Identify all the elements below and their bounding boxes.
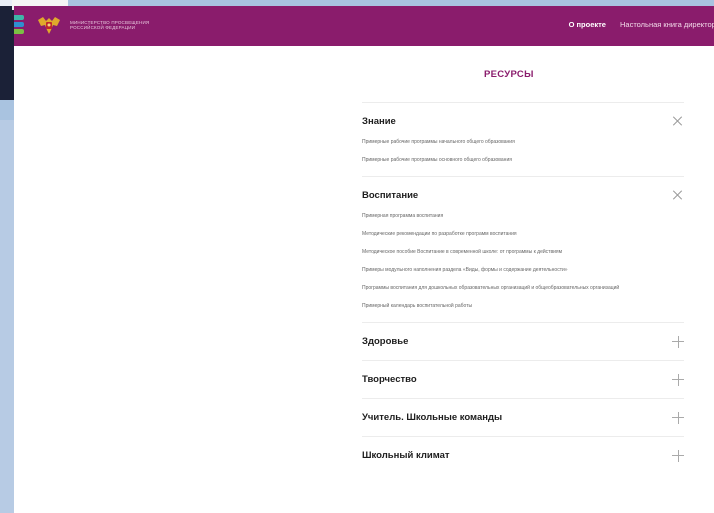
nav-link-about[interactable]: О проекте — [569, 20, 606, 29]
ministry-name: МИНИСТЕРСТВО ПРОСВЕЩЕНИЯ РОССИЙСКОЙ ФЕДЕ… — [70, 20, 150, 30]
accordion-title: Учитель. Школьные команды — [362, 412, 503, 423]
resource-link[interactable]: Примерный календарь воспитательной работ… — [362, 303, 684, 310]
plus-icon[interactable] — [672, 335, 684, 348]
accordion-section-creativity: Творчество — [362, 360, 684, 398]
accordion-links: Примерные рабочие программы начального о… — [362, 139, 684, 176]
resource-link[interactable]: Примерная программа воспитания — [362, 213, 684, 220]
accordion-header[interactable]: Школьный климат — [362, 437, 684, 474]
top-navigation: О проекте Настольная книга директора — [569, 20, 714, 29]
accordion-title: Творчество — [362, 374, 417, 385]
browser-page: МИНИСТЕРСТВО ПРОСВЕЩЕНИЯ РОССИЙСКОЙ ФЕДЕ… — [14, 6, 714, 513]
resource-link[interactable]: Методические рекомендации по разработке … — [362, 231, 684, 238]
accordion-header[interactable]: Знание — [362, 103, 684, 139]
resource-link[interactable]: Примерные рабочие программы начального о… — [362, 139, 684, 146]
coat-of-arms-icon — [38, 17, 60, 34]
accordion-header[interactable]: Творчество — [362, 361, 684, 398]
accordion-header[interactable]: Здоровье — [362, 323, 684, 360]
close-icon[interactable] — [672, 189, 684, 201]
nav-link-director-handbook[interactable]: Настольная книга директора — [620, 20, 714, 29]
close-icon[interactable] — [672, 115, 684, 127]
resources-accordion: Знание Примерные рабочие программы начал… — [362, 102, 684, 474]
accordion-title: Школьный климат — [362, 450, 450, 461]
accordion-section-school-climate: Школьный климат — [362, 436, 684, 474]
accordion-title: Знание — [362, 115, 396, 127]
background-panel — [0, 120, 14, 513]
accordion-links: Примерная программа воспитания Методичес… — [362, 213, 684, 322]
resource-link[interactable]: Методическое пособие Воспитание в соврем… — [362, 249, 684, 256]
plus-icon[interactable] — [672, 449, 684, 462]
ministry-name-line: РОССИЙСКОЙ ФЕДЕРАЦИИ — [70, 25, 136, 30]
accordion-title: Здоровье — [362, 336, 409, 347]
project-logo-icon[interactable] — [14, 15, 26, 35]
accordion-section-knowledge: Знание Примерные рабочие программы начал… — [362, 102, 684, 176]
resource-link[interactable]: Примеры модульного наполнения раздела «В… — [362, 267, 684, 274]
accordion-header[interactable]: Учитель. Школьные команды — [362, 399, 684, 436]
resources-heading: РЕСУРСЫ — [484, 69, 534, 80]
plus-icon[interactable] — [672, 411, 684, 424]
site-header: МИНИСТЕРСТВО ПРОСВЕЩЕНИЯ РОССИЙСКОЙ ФЕДЕ… — [14, 6, 714, 46]
accordion-header[interactable]: Воспитание — [362, 177, 684, 213]
accordion-section-health: Здоровье — [362, 322, 684, 360]
resource-link[interactable]: Программы воспитания для дошкольных обра… — [362, 285, 684, 292]
plus-icon[interactable] — [672, 373, 684, 386]
accordion-section-upbringing: Воспитание Примерная программа воспитани… — [362, 176, 684, 322]
accordion-title: Воспитание — [362, 189, 419, 201]
accordion-section-teacher: Учитель. Школьные команды — [362, 398, 684, 436]
resource-link[interactable]: Примерные рабочие программы основного об… — [362, 157, 684, 164]
